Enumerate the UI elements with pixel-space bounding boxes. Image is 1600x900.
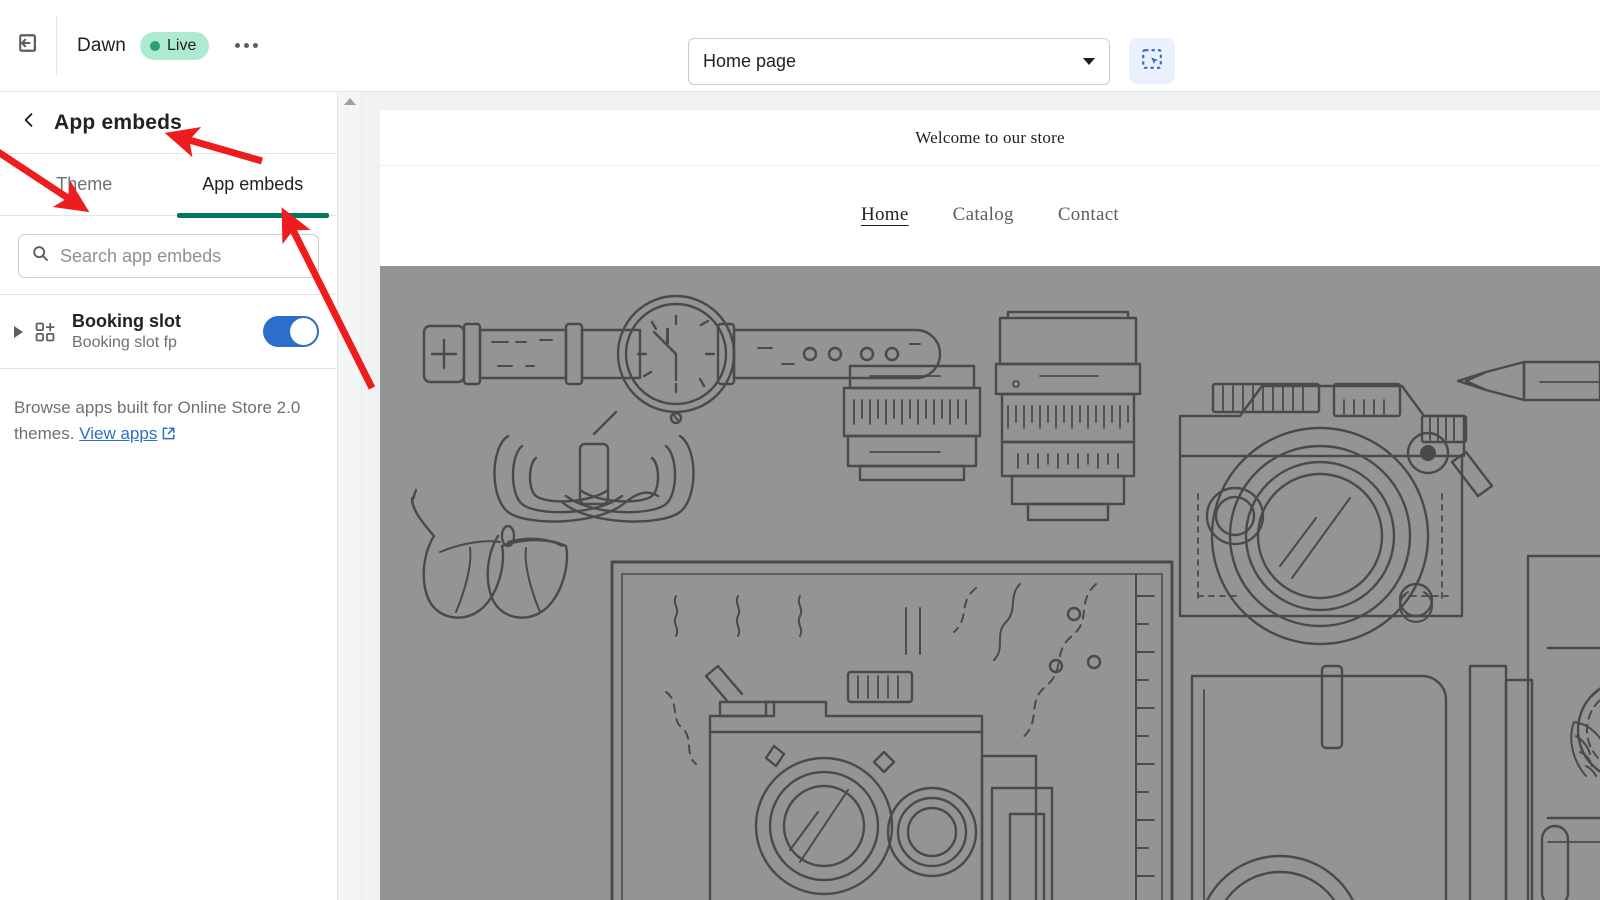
exit-editor-button[interactable] <box>8 26 48 66</box>
preview-scrollbar[interactable] <box>338 92 362 900</box>
storefront-preview: Welcome to our store Home Catalog Contac… <box>380 110 1600 900</box>
browse-apps-text: Browse apps built for Online Store 2.0 t… <box>14 395 317 449</box>
chevron-left-icon <box>19 110 39 135</box>
theme-editor-screen: Dawn Live Home page App embeds Theme App… <box>0 0 1600 900</box>
storefront-nav: Home Catalog Contact <box>380 166 1600 264</box>
embed-enable-toggle[interactable] <box>263 316 319 347</box>
view-apps-label: View apps <box>79 424 158 443</box>
announcement-bar: Welcome to our store <box>380 110 1600 166</box>
tab-theme-label: Theme <box>56 174 113 194</box>
expand-embed-button[interactable] <box>6 325 30 338</box>
tab-app-embeds-label: App embeds <box>202 174 304 194</box>
preview-pane: Welcome to our store Home Catalog Contac… <box>362 92 1600 900</box>
search-icon <box>31 244 50 268</box>
tab-theme[interactable]: Theme <box>0 154 169 215</box>
page-selector[interactable]: Home page <box>688 38 1110 85</box>
exit-icon <box>16 31 40 60</box>
inspector-toggle-button[interactable] <box>1129 38 1175 84</box>
embed-subtitle: Booking slot fp <box>72 333 177 351</box>
search-box[interactable] <box>18 234 319 278</box>
theme-name: Dawn <box>77 34 126 56</box>
ellipsis-icon <box>252 43 258 48</box>
ellipsis-icon <box>243 43 249 48</box>
status-badge-label: Live <box>166 36 197 54</box>
ellipsis-icon <box>234 43 240 48</box>
hero-placeholder-image <box>380 266 1600 900</box>
status-badge: Live <box>139 31 210 60</box>
select-region-icon <box>1140 47 1164 76</box>
page-title: App embeds <box>54 110 183 134</box>
announcement-text: Welcome to our store <box>915 127 1065 147</box>
topbar-divider <box>56 16 57 75</box>
toggle-knob <box>290 318 317 345</box>
embed-title: Booking slot <box>72 310 181 331</box>
search-section <box>0 216 337 295</box>
triangle-right-icon <box>13 325 23 338</box>
tab-app-embeds[interactable]: App embeds <box>169 154 338 218</box>
more-actions-button[interactable] <box>229 31 263 61</box>
chevron-down-icon <box>1083 58 1095 65</box>
search-input[interactable] <box>60 245 306 267</box>
view-apps-link[interactable]: View apps <box>79 424 157 443</box>
editor-sidebar: App embeds Theme App embeds Search app e… <box>0 92 338 900</box>
nav-link-contact[interactable]: Contact <box>1058 204 1119 226</box>
sidebar-back-button[interactable] <box>14 108 44 138</box>
app-blocks-icon <box>30 321 60 343</box>
scroll-up-arrow-icon[interactable] <box>343 98 356 105</box>
sidebar-footer: Browse apps built for Online Store 2.0 t… <box>0 369 337 449</box>
sidebar-tabs: Theme App embeds <box>0 154 338 218</box>
list-item-text: Booking slot Booking slot fp <box>72 310 263 354</box>
top-bar: Dawn Live Home page <box>0 0 1600 92</box>
list-item[interactable]: Booking slot Booking slot fp <box>0 295 337 369</box>
sidebar-header: App embeds <box>0 92 337 154</box>
external-link-icon <box>161 423 176 449</box>
page-selector-value: Home page <box>703 51 797 71</box>
status-dot-icon <box>149 40 160 51</box>
nav-link-home[interactable]: Home <box>861 204 909 226</box>
nav-link-catalog[interactable]: Catalog <box>953 204 1014 226</box>
